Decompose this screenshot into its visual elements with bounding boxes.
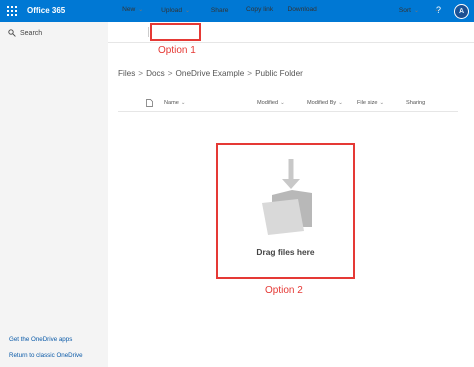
chevron-down-icon: ⌄ <box>338 100 343 106</box>
option-1-label: Option 1 <box>158 45 196 56</box>
chevron-right-icon: > <box>167 69 173 78</box>
upload-highlight-box <box>150 23 201 41</box>
file-type-icon[interactable] <box>146 99 153 107</box>
upload-icon: ⤒ <box>155 6 159 13</box>
column-header-row: Name ⌄ Modified ⌄ Modified By ⌄ File size ⌄ … <box>118 96 458 112</box>
new-label: New <box>122 6 136 13</box>
chevron-down-icon: ⌄ <box>413 7 419 14</box>
chevron-down-icon: ⌄ <box>280 100 285 106</box>
plus-icon: + <box>115 6 120 13</box>
share-label: Share <box>210 6 229 14</box>
sort-button[interactable]: ⇅ Sort ⌄ <box>390 6 419 15</box>
left-nav <box>0 22 108 367</box>
chevron-down-icon: ⌄ <box>185 7 191 14</box>
option-2-label: Option 2 <box>265 285 303 296</box>
breadcrumb: Files > Docs > OneDrive Example > Public Folde… <box>118 69 303 78</box>
info-icon: ⓘ <box>456 8 463 15</box>
view-options-button[interactable]: ≡ ⌄ <box>427 6 439 13</box>
new-button[interactable]: + New ⌄ <box>115 6 143 13</box>
search-label: Search <box>20 29 43 37</box>
column-modified-by[interactable]: Modified By ⌄ <box>307 100 343 106</box>
app-launcher-icon[interactable] <box>7 6 17 16</box>
view-options-icon: ≡ <box>427 6 432 13</box>
copy-link-button[interactable]: ∞ Copy link <box>238 6 273 13</box>
share-button[interactable]: ⇪ Share <box>202 6 229 15</box>
chevron-down-icon: ⌄ <box>138 7 144 13</box>
sort-label: Sort <box>398 6 411 14</box>
column-modified[interactable]: Modified ⌄ <box>257 100 285 106</box>
app-title[interactable]: Office 365 <box>27 6 65 15</box>
share-icon: ⇪ <box>202 7 208 14</box>
breadcrumb-item-onedrive-example[interactable]: OneDrive Example <box>176 69 245 78</box>
sort-icon: ⇅ <box>390 7 396 14</box>
chevron-right-icon: > <box>247 69 253 78</box>
download-button[interactable]: ↓ Download <box>281 6 317 13</box>
link-icon: ∞ <box>238 6 243 13</box>
breadcrumb-item-docs[interactable]: Docs <box>146 69 165 78</box>
folder-icon <box>262 159 312 235</box>
column-file-size[interactable]: File size ⌄ <box>357 100 384 106</box>
column-sharing[interactable]: Sharing <box>406 100 425 106</box>
copy-link-label: Copy link <box>246 6 274 13</box>
drop-zone[interactable]: Drag files here <box>216 143 355 279</box>
download-icon: ↓ <box>281 6 285 13</box>
divider <box>148 27 149 37</box>
breadcrumb-item-public-folder: Public Folder <box>255 69 303 78</box>
upload-button[interactable]: ⤒ Upload ⌄ <box>155 6 190 14</box>
info-button[interactable]: ⓘ <box>456 6 463 16</box>
column-name[interactable]: Name ⌄ <box>164 100 186 106</box>
chevron-down-icon: ⌄ <box>434 7 440 13</box>
chevron-down-icon: ⌄ <box>180 100 186 106</box>
upload-label: Upload <box>161 6 183 14</box>
chevron-down-icon: ⌄ <box>379 100 385 106</box>
return-to-classic-link[interactable]: Return to classic OneDrive <box>9 352 83 359</box>
download-label: Download <box>287 6 317 13</box>
drop-zone-text: Drag files here <box>256 247 315 257</box>
get-onedrive-apps-link[interactable]: Get the OneDrive apps <box>9 336 72 343</box>
breadcrumb-item-files[interactable]: Files <box>118 69 135 78</box>
chevron-right-icon: > <box>138 69 144 78</box>
search-box[interactable]: Search <box>8 28 42 38</box>
search-icon <box>8 29 16 37</box>
